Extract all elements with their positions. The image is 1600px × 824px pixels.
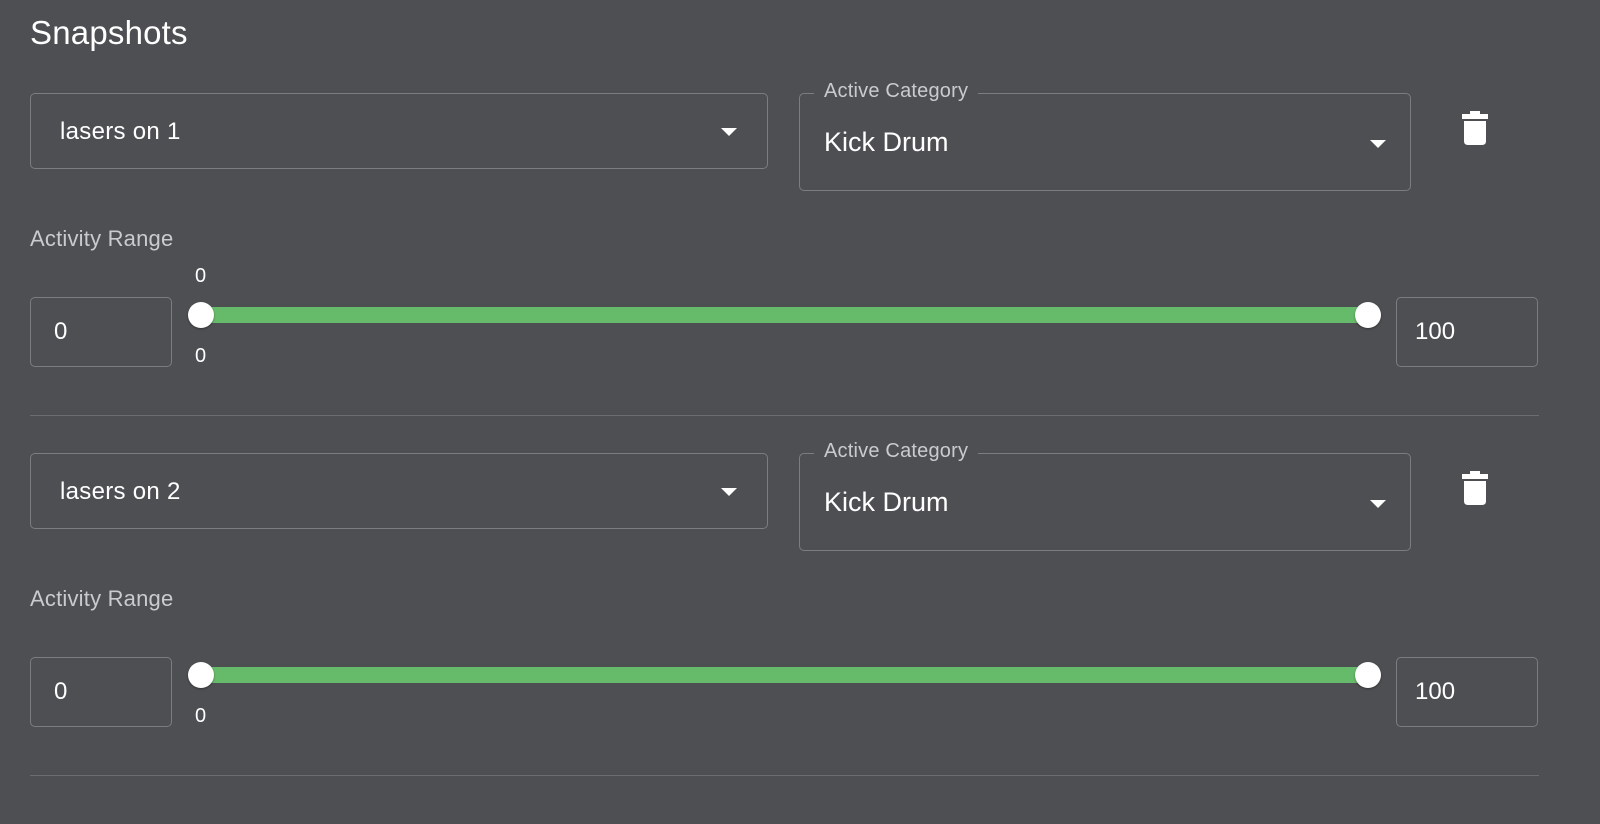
active-category-select[interactable]: Active Category Kick Drum	[799, 440, 1411, 551]
snapshot-select[interactable]: lasers on 2	[30, 453, 768, 529]
range-max-value: 100	[1415, 678, 1456, 705]
slider-high-value-label: 0	[195, 265, 207, 287]
range-min-value: 0	[54, 678, 68, 705]
slider-low-value-label: 0	[195, 705, 207, 727]
active-category-select[interactable]: Active Category Kick Drum	[799, 80, 1411, 191]
slider-low-thumb[interactable]	[188, 302, 214, 328]
range-min-input[interactable]: 0	[30, 297, 172, 367]
activity-range-slider[interactable]	[188, 662, 1381, 688]
snapshot-row: lasers on 1 Active Category Kick Drum Ac…	[0, 0, 1600, 367]
snapshots-panel: Snapshots lasers on 1 Active Category Ki…	[0, 0, 1600, 824]
trash-icon[interactable]	[1462, 111, 1488, 145]
activity-range-label: Activity Range	[30, 586, 174, 611]
range-min-value: 0	[54, 318, 68, 345]
slider-high-thumb[interactable]	[1355, 302, 1381, 328]
snapshot-row: lasers on 2 Active Category Kick Drum Ac…	[0, 360, 1600, 727]
active-category-value: Kick Drum	[824, 127, 949, 157]
active-category-label: Active Category	[814, 440, 979, 463]
snapshot-select[interactable]: lasers on 1	[30, 93, 768, 169]
slider-high-thumb[interactable]	[1355, 662, 1381, 688]
active-category-value: Kick Drum	[824, 487, 949, 517]
snapshot-select-value: lasers on 1	[60, 118, 181, 145]
slider-low-thumb[interactable]	[188, 662, 214, 688]
range-max-input[interactable]: 100	[1396, 297, 1538, 367]
active-category-label: Active Category	[814, 80, 979, 103]
range-max-value: 100	[1415, 318, 1456, 345]
chevron-down-icon	[1370, 500, 1386, 508]
slider-fill	[201, 307, 1368, 323]
trash-icon[interactable]	[1462, 471, 1488, 505]
divider	[30, 775, 1539, 776]
chevron-down-icon	[721, 128, 737, 136]
range-max-input[interactable]: 100	[1396, 657, 1538, 727]
snapshot-select-value: lasers on 2	[60, 478, 181, 505]
range-min-input[interactable]: 0	[30, 657, 172, 727]
slider-fill	[201, 667, 1368, 683]
activity-range-label: Activity Range	[30, 226, 174, 251]
chevron-down-icon	[1370, 140, 1386, 148]
chevron-down-icon	[721, 488, 737, 496]
activity-range-slider[interactable]	[188, 302, 1381, 328]
